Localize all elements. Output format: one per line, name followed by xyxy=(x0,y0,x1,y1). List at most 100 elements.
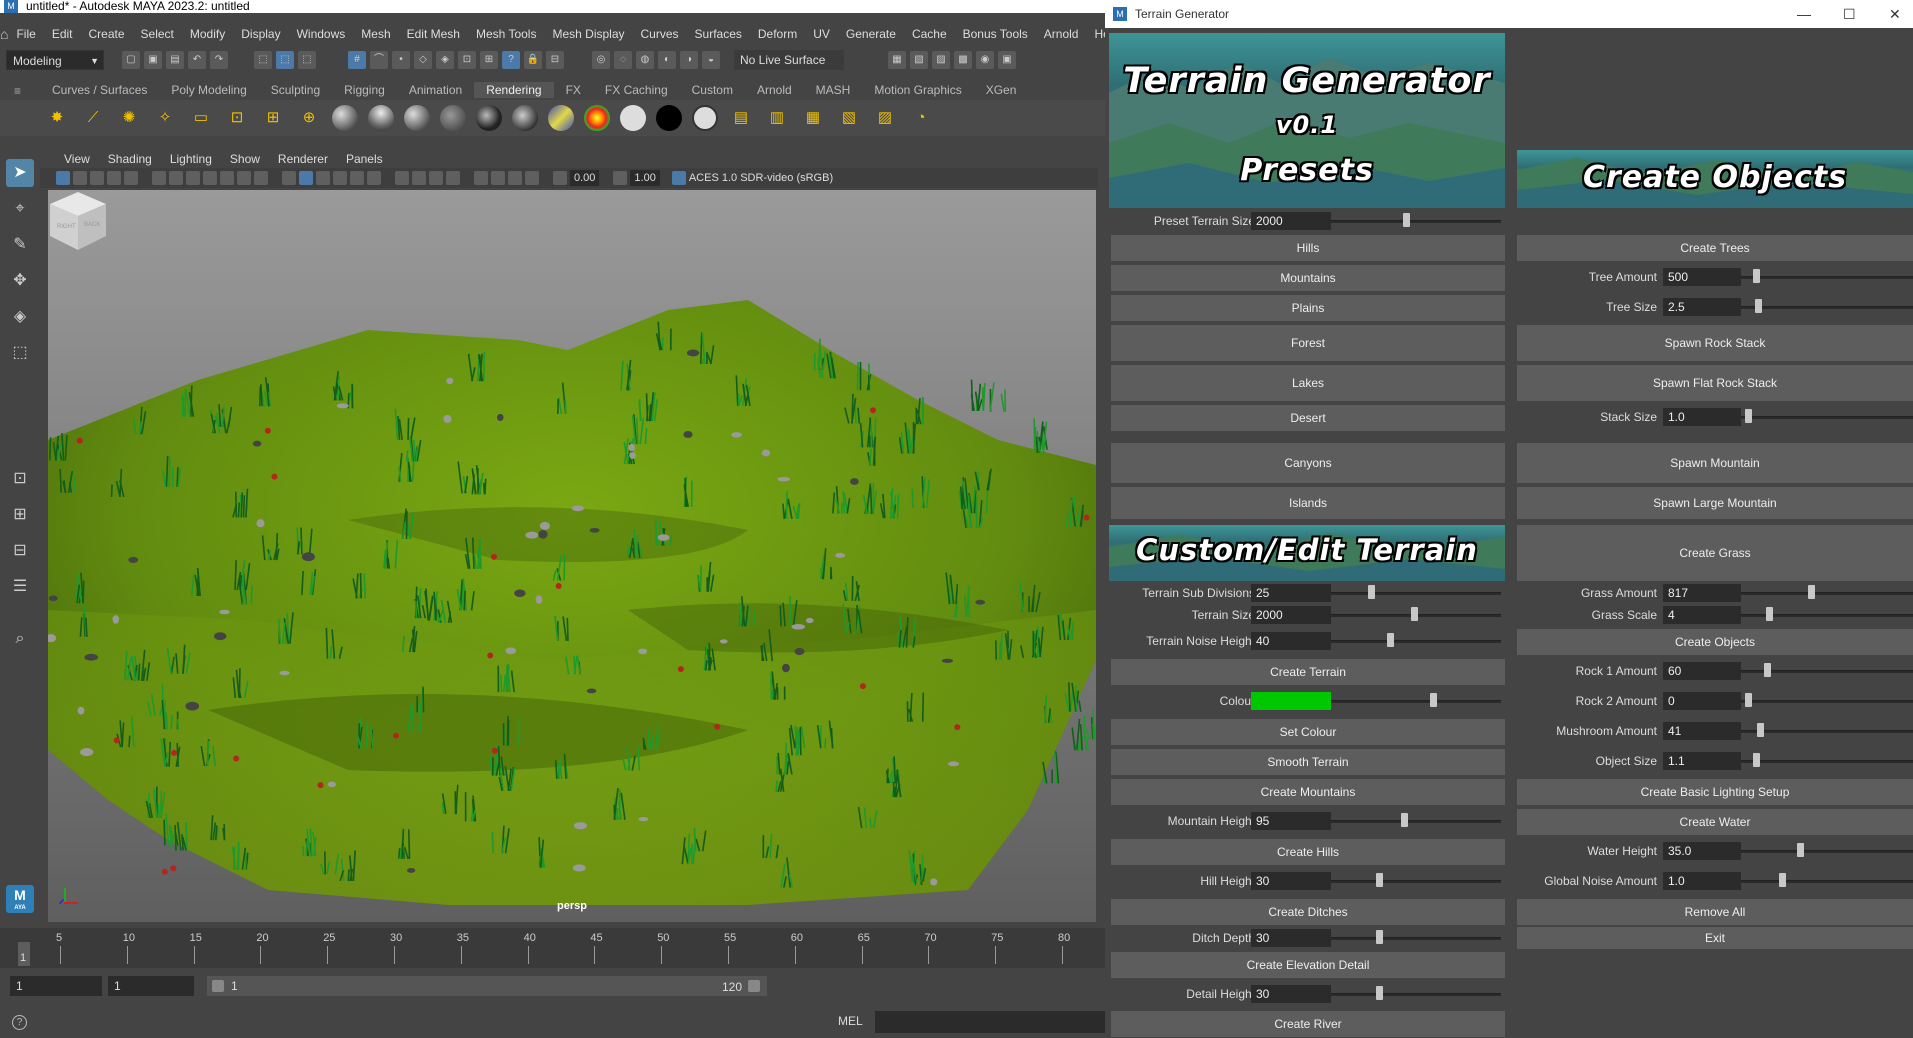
snap-live-icon[interactable]: ⊞ xyxy=(480,51,498,69)
snap-surface-icon[interactable]: ◈ xyxy=(436,51,454,69)
create-objects-button[interactable]: Create Objects xyxy=(1517,629,1913,655)
playback-start-field[interactable]: 1 xyxy=(108,976,194,996)
rock2-amount-slider-handle[interactable] xyxy=(1745,693,1752,707)
render-probe-icon[interactable]: ◔ xyxy=(908,105,934,131)
water-height-field[interactable]: 35.0 xyxy=(1663,842,1741,860)
rock2-amount-slider-track[interactable] xyxy=(1741,700,1913,703)
new-scene-icon[interactable]: ▢ xyxy=(122,51,140,69)
detail-height-field[interactable]: 30 xyxy=(1251,985,1331,1003)
preset-islands-button[interactable]: Islands xyxy=(1111,487,1505,519)
preset-desert-button[interactable]: Desert xyxy=(1111,405,1505,431)
shelf-tab-motion-graphics[interactable]: Motion Graphics xyxy=(862,82,973,98)
shadows-icon[interactable] xyxy=(367,171,381,185)
stack-size-slider-handle[interactable] xyxy=(1745,409,1752,423)
point-light-icon[interactable]: ✺ xyxy=(116,105,142,131)
shelf-menu-icon[interactable]: ≡ xyxy=(14,84,21,98)
time-ruler[interactable]: 5 10 15 20 25 30 35 40 45 50 55 60 65 70 75 80 xyxy=(16,928,1105,968)
grass-amount-slider-handle[interactable] xyxy=(1808,585,1815,599)
exit-button[interactable]: Exit xyxy=(1517,927,1913,949)
mushroom-amount-slider-handle[interactable] xyxy=(1757,723,1764,737)
spawn-flat-rock-stack-button[interactable]: Spawn Flat Rock Stack xyxy=(1517,365,1913,401)
blinn-sphere-icon[interactable] xyxy=(332,105,358,131)
film-gate-icon[interactable] xyxy=(169,171,183,185)
menu-mesh[interactable]: Mesh xyxy=(353,27,398,41)
menu-mesh-tools[interactable]: Mesh Tools xyxy=(468,27,544,41)
snap-view-icon[interactable]: ⊡ xyxy=(458,51,476,69)
spawn-large-mountain-button[interactable]: Spawn Large Mountain xyxy=(1517,487,1913,519)
smooth-terrain-button[interactable]: Smooth Terrain xyxy=(1111,749,1505,775)
shelf-tab-curves-surfaces[interactable]: Curves / Surfaces xyxy=(40,82,159,98)
grass-amount-field[interactable]: 817 xyxy=(1663,584,1741,602)
mountain-height-slider-track[interactable] xyxy=(1331,820,1501,823)
menu-edit[interactable]: Edit xyxy=(44,27,81,41)
ramp-shader-icon[interactable] xyxy=(584,105,610,131)
viewport-3d[interactable]: RIGHT BACK persp xyxy=(48,190,1096,922)
create-hills-button[interactable]: Create Hills xyxy=(1111,839,1505,865)
batch-render-icon[interactable]: ▦ xyxy=(800,105,826,131)
preset-size-slider-handle[interactable] xyxy=(1403,213,1410,227)
directional-light-icon[interactable]: ⟋ xyxy=(80,105,106,131)
render-layer-icon[interactable]: ▥ xyxy=(764,105,790,131)
preset-canyons-button[interactable]: Canyons xyxy=(1111,443,1505,483)
snap-point-icon[interactable]: • xyxy=(392,51,410,69)
outline-sphere-icon[interactable] xyxy=(692,105,718,131)
create-water-button[interactable]: Create Water xyxy=(1517,809,1913,835)
home-icon[interactable]: ⌂ xyxy=(0,26,8,42)
detail-height-slider-track[interactable] xyxy=(1331,993,1501,996)
preset-hills-button[interactable]: Hills xyxy=(1111,235,1505,261)
detail-height-slider-handle[interactable] xyxy=(1376,986,1383,1000)
zoom-search-icon[interactable]: ⌕ xyxy=(6,625,34,653)
colour-swatch[interactable] xyxy=(1251,692,1331,710)
render-settings-icon[interactable]: ▩ xyxy=(954,51,972,69)
global-noise-slider-handle[interactable] xyxy=(1779,873,1786,887)
ditch-depth-slider-track[interactable] xyxy=(1331,937,1501,940)
live-surface-field[interactable]: No Live Surface xyxy=(734,50,844,70)
undo-icon[interactable]: ↶ xyxy=(188,51,206,69)
camera-lock-icon[interactable]: ⊟ xyxy=(546,51,564,69)
viewport-menu-show[interactable]: Show xyxy=(221,152,269,166)
exposure-value[interactable]: 0.00 xyxy=(570,170,600,186)
redo-icon[interactable]: ↷ xyxy=(210,51,228,69)
textured-icon[interactable] xyxy=(333,171,347,185)
tweak-icon[interactable]: ◒ xyxy=(702,51,720,69)
wireframe-icon[interactable] xyxy=(282,171,296,185)
shelf-tab-xgen[interactable]: XGen xyxy=(974,82,1029,98)
rock2-amount-field[interactable]: 0 xyxy=(1663,692,1741,710)
menu-select[interactable]: Select xyxy=(133,27,182,41)
anisotropic-icon[interactable] xyxy=(476,105,502,131)
wireframe-on-shaded-icon[interactable] xyxy=(316,171,330,185)
shelf-tab-rendering[interactable]: Rendering xyxy=(474,82,554,98)
white-sphere-icon[interactable] xyxy=(620,105,646,131)
preset-lakes-button[interactable]: Lakes xyxy=(1111,365,1505,401)
save-scene-icon[interactable]: ▤ xyxy=(166,51,184,69)
sub-divisions-slider-track[interactable] xyxy=(1331,592,1501,595)
rock1-amount-field[interactable]: 60 xyxy=(1663,662,1741,680)
move-tool-icon[interactable]: ✥ xyxy=(6,267,34,295)
shelf-tab-fx-caching[interactable]: FX Caching xyxy=(593,82,680,98)
color-management-icon[interactable] xyxy=(671,171,686,185)
menu-modify[interactable]: Modify xyxy=(182,27,233,41)
shelf-tab-mash[interactable]: MASH xyxy=(804,82,863,98)
resolution-gate-icon[interactable] xyxy=(186,171,200,185)
xray-icon[interactable] xyxy=(491,171,505,185)
set-colour-button[interactable]: Set Colour xyxy=(1111,719,1505,745)
sub-divisions-slider-handle[interactable] xyxy=(1368,585,1375,599)
tree-size-field[interactable]: 2.5 xyxy=(1663,298,1741,316)
gamma-value[interactable]: 1.00 xyxy=(630,170,660,186)
object-size-field[interactable]: 1.1 xyxy=(1663,752,1741,770)
camera-attributes-icon[interactable] xyxy=(56,171,70,185)
scale-tool-icon[interactable]: ⬚ xyxy=(6,339,34,367)
preset-plains-button[interactable]: Plains xyxy=(1111,295,1505,321)
shelf-tab-animation[interactable]: Animation xyxy=(397,82,474,98)
phong-sphere-icon[interactable] xyxy=(368,105,394,131)
isolate-select-icon[interactable] xyxy=(474,171,488,185)
range-start-handle[interactable] xyxy=(212,980,224,992)
backface-culling-icon[interactable] xyxy=(525,171,539,185)
area-light-icon[interactable]: ▭ xyxy=(188,105,214,131)
render-sequence-icon[interactable]: ▧ xyxy=(836,105,862,131)
create-elevation-detail-button[interactable]: Create Elevation Detail xyxy=(1111,952,1505,978)
safe-title-icon[interactable] xyxy=(254,171,268,185)
preset-size-slider-track[interactable] xyxy=(1331,220,1501,223)
anti-aliasing-icon[interactable] xyxy=(429,171,443,185)
menu-surfaces[interactable]: Surfaces xyxy=(687,27,750,41)
